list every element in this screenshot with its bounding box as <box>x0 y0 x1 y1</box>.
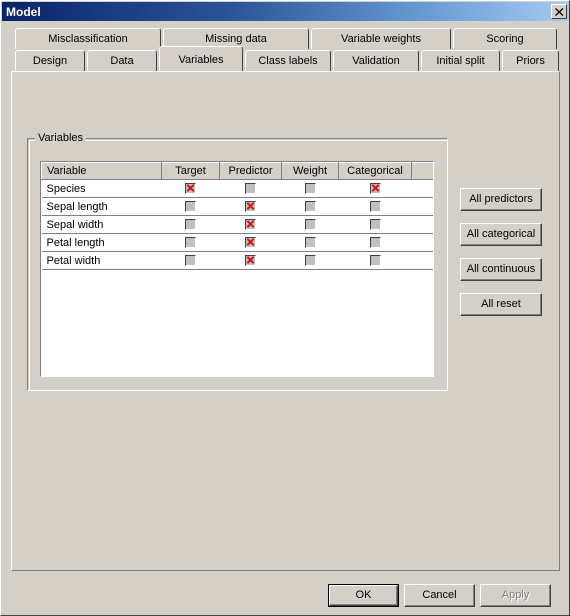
variables-table[interactable]: Variable Target Predictor Weight Categor… <box>40 161 434 377</box>
button-bevel <box>461 189 541 210</box>
col-header-variable[interactable]: Variable <box>41 162 162 180</box>
cell-target[interactable] <box>161 233 220 252</box>
checkbox-target[interactable] <box>185 201 196 213</box>
checkbox-predictor[interactable] <box>245 201 256 213</box>
cell-variable-name: Sepal length <box>41 197 162 216</box>
cell-predictor[interactable] <box>219 215 282 234</box>
cell-categorical[interactable] <box>338 251 412 270</box>
cell-weight[interactable] <box>281 251 339 270</box>
checkbox-target[interactable] <box>185 219 196 231</box>
cell-categorical[interactable] <box>338 215 412 234</box>
tab-priors[interactable]: Priors <box>502 50 559 71</box>
checkbox-weight[interactable] <box>304 219 316 231</box>
cell-predictor[interactable] <box>219 197 282 216</box>
tab-variable-weights[interactable]: Variable weights <box>311 28 451 49</box>
close-icon[interactable] <box>551 4 567 19</box>
cell-predictor[interactable] <box>219 251 282 270</box>
checkbox-weight[interactable] <box>304 201 316 213</box>
model-dialog: Model Misclassification Missing data Var… <box>0 0 570 616</box>
cell-categorical[interactable] <box>338 179 412 198</box>
tab-data[interactable]: Data <box>87 50 157 71</box>
cell-weight[interactable] <box>281 197 339 216</box>
all-reset-button[interactable]: All reset <box>460 293 542 316</box>
button-bevel <box>461 294 541 315</box>
table-body: Species Sepal length Sepal width Petal l… <box>41 179 433 270</box>
all-predictors-button[interactable]: All predictors <box>460 188 542 211</box>
cell-predictor[interactable] <box>219 233 282 252</box>
ok-label: OK <box>355 589 372 601</box>
window-title: Model <box>6 4 41 19</box>
checkbox-weight[interactable] <box>304 237 316 249</box>
button-bevel <box>461 224 541 245</box>
close-glyph <box>554 7 563 16</box>
tab-scoring[interactable]: Scoring <box>453 28 557 49</box>
col-header-predictor[interactable]: Predictor <box>219 162 282 180</box>
table-row[interactable]: Species <box>41 179 433 198</box>
tab-strip: Misclassification Missing data Variable … <box>13 28 559 72</box>
checkbox-target[interactable] <box>185 183 196 195</box>
cell-variable-name: Petal width <box>41 251 162 270</box>
tab-misclassification[interactable]: Misclassification <box>15 28 161 49</box>
col-header-weight[interactable]: Weight <box>281 162 339 180</box>
variables-groupbox-legend: Variables <box>35 132 87 144</box>
cell-variable-name: Petal length <box>41 233 162 252</box>
checkbox-categorical[interactable] <box>369 237 381 249</box>
tab-class-labels[interactable]: Class labels <box>245 50 331 71</box>
cell-target[interactable] <box>161 251 220 270</box>
button-bevel <box>461 259 541 280</box>
checkbox-predictor[interactable] <box>245 255 256 267</box>
col-header-target[interactable]: Target <box>161 162 220 180</box>
all-continuous-button[interactable]: All continuous <box>460 258 542 281</box>
cell-weight[interactable] <box>281 233 339 252</box>
cell-categorical[interactable] <box>338 197 412 216</box>
cell-blank <box>411 233 433 252</box>
cell-blank <box>411 179 433 198</box>
title-bar: Model <box>2 2 569 21</box>
checkbox-categorical[interactable] <box>369 219 381 231</box>
checkbox-weight[interactable] <box>304 183 316 195</box>
cell-categorical[interactable] <box>338 233 412 252</box>
checkbox-target[interactable] <box>185 255 196 267</box>
table-header-row: Variable Target Predictor Weight Categor… <box>41 162 433 180</box>
checkbox-categorical[interactable] <box>369 183 381 195</box>
checkbox-target[interactable] <box>185 237 196 249</box>
button-bevel <box>481 585 550 606</box>
table-row[interactable]: Petal length <box>41 233 433 252</box>
checkbox-categorical[interactable] <box>369 255 381 267</box>
cell-variable-name: Species <box>41 179 162 198</box>
cell-blank <box>411 251 433 270</box>
cell-predictor[interactable] <box>219 179 282 198</box>
cell-blank <box>411 197 433 216</box>
cell-blank <box>411 215 433 234</box>
tab-design[interactable]: Design <box>15 50 85 71</box>
table-row[interactable]: Petal width <box>41 251 433 270</box>
tab-initial-split[interactable]: Initial split <box>421 50 500 71</box>
checkbox-predictor[interactable] <box>245 237 256 249</box>
checkbox-predictor[interactable] <box>245 219 256 231</box>
cell-weight[interactable] <box>281 215 339 234</box>
col-header-categorical[interactable]: Categorical <box>338 162 412 180</box>
cancel-button[interactable]: Cancel <box>404 584 475 607</box>
checkbox-weight[interactable] <box>304 255 316 267</box>
table-row[interactable]: Sepal width <box>41 215 433 234</box>
cell-target[interactable] <box>161 179 220 198</box>
checkbox-predictor[interactable] <box>245 183 256 195</box>
tab-variables[interactable]: Variables <box>159 46 243 71</box>
tab-validation[interactable]: Validation <box>333 50 419 71</box>
col-header-blank[interactable] <box>411 162 433 180</box>
button-bevel <box>405 585 474 606</box>
table-row[interactable]: Sepal length <box>41 197 433 216</box>
cell-variable-name: Sepal width <box>41 215 162 234</box>
cell-weight[interactable] <box>281 179 339 198</box>
apply-button: Apply <box>480 584 551 607</box>
checkbox-categorical[interactable] <box>369 201 381 213</box>
cell-target[interactable] <box>161 197 220 216</box>
ok-button[interactable]: OK <box>328 584 399 607</box>
all-categorical-button[interactable]: All categorical <box>460 223 542 246</box>
cell-target[interactable] <box>161 215 220 234</box>
